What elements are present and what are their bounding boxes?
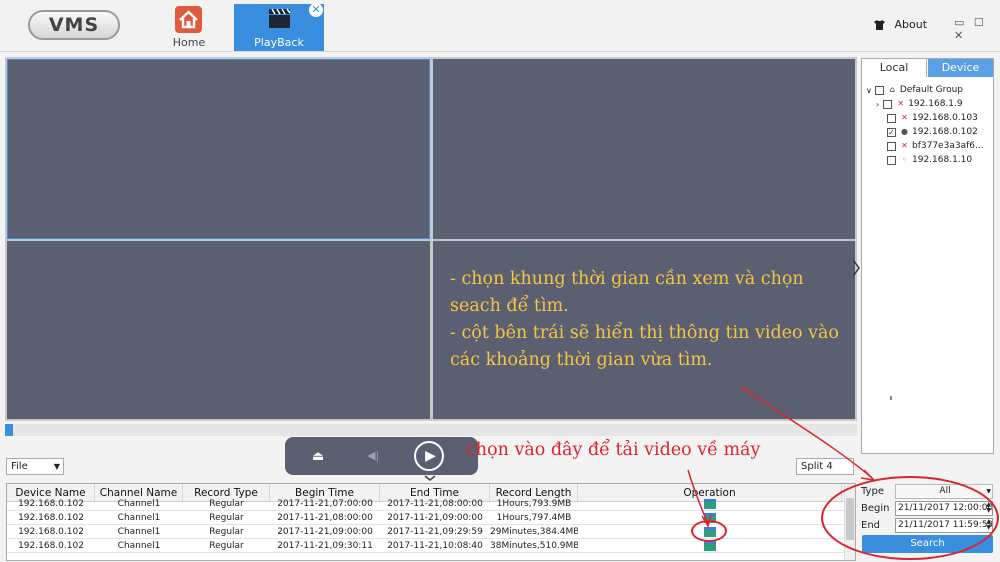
download-icon[interactable] bbox=[704, 498, 716, 509]
tab-local[interactable]: Local bbox=[862, 59, 927, 77]
cell-record-length: 29Minutes,384.4MB bbox=[490, 527, 578, 537]
tree-device[interactable]: › ✕ 192.168.1.9 bbox=[876, 97, 963, 111]
cell-operation bbox=[578, 497, 842, 510]
group-checkbox[interactable] bbox=[874, 85, 884, 95]
cell-record-type: Regular bbox=[209, 541, 244, 551]
cell-device-name: 192.168.0.102 bbox=[18, 513, 84, 523]
cell-begin-time: 2017-11-21,09:00:00 bbox=[277, 527, 373, 537]
download-annotation: chọn vào đây để tải video về máy bbox=[466, 440, 761, 460]
playback-controls: ⏏ ◀| ▶ bbox=[285, 437, 478, 475]
device-camera-icon: ◦ bbox=[902, 155, 907, 164]
cell-record-length: 1Hours,793.9MB bbox=[496, 499, 572, 509]
device-camera-icon: ● bbox=[901, 127, 908, 136]
device-checkbox[interactable] bbox=[887, 155, 896, 165]
expand-arrow-icon[interactable]: › bbox=[876, 100, 879, 109]
cell-record-length: 1Hours,797.4MB bbox=[496, 513, 572, 523]
device-label: 192.168.1.10 bbox=[912, 155, 973, 165]
cell-end-time: 2017-11-21,08:00:00 bbox=[387, 499, 483, 509]
device-offline-icon: ✕ bbox=[901, 141, 908, 150]
split-select-value: Split 4 bbox=[801, 461, 833, 472]
panel-marker bbox=[890, 396, 892, 400]
eject-icon[interactable]: ⏏ bbox=[312, 449, 324, 464]
cell-channel-name: Channel1 bbox=[117, 499, 161, 509]
video-cell-2[interactable] bbox=[433, 59, 855, 239]
download-icon[interactable] bbox=[704, 540, 716, 551]
device-offline-icon: ✕ bbox=[901, 113, 908, 122]
tree-device[interactable]: ✕ 192.168.0.103 bbox=[887, 111, 978, 125]
tab-device[interactable]: Device bbox=[928, 59, 993, 77]
timeline-bar[interactable] bbox=[5, 424, 857, 436]
device-checkbox[interactable] bbox=[887, 113, 896, 123]
cell-record-type: Regular bbox=[209, 513, 244, 523]
device-label: 192.168.1.9 bbox=[908, 99, 963, 109]
cell-begin-time: 2017-11-21,09:30:11 bbox=[277, 541, 373, 551]
group-label: Default Group bbox=[899, 85, 964, 95]
cell-channel-name: Channel1 bbox=[117, 527, 161, 537]
file-select[interactable]: File ▼ bbox=[6, 458, 64, 475]
close-tab-button[interactable]: ✕ bbox=[309, 3, 323, 17]
table-row[interactable]: 192.168.0.102 Channel1 Regular 2017-11-2… bbox=[7, 497, 847, 511]
cell-device-name: 192.168.0.102 bbox=[18, 527, 84, 537]
device-checkbox[interactable] bbox=[883, 99, 893, 109]
cell-channel-name: Channel1 bbox=[117, 541, 161, 551]
video-cell-1[interactable] bbox=[7, 59, 430, 239]
device-checkbox[interactable] bbox=[887, 141, 896, 151]
cell-channel-name: Channel1 bbox=[117, 513, 161, 523]
tab-playback-label: PlayBack bbox=[254, 36, 304, 49]
home-icon bbox=[175, 6, 202, 33]
device-panel: Local Device ∨ ⌂ Default Group › ✕ 192.168.1… bbox=[861, 58, 994, 454]
record-table: Device Name Channel Name Record Type Beg… bbox=[6, 483, 856, 561]
highlight-oval-search bbox=[821, 476, 999, 560]
timeline-cursor[interactable] bbox=[5, 424, 13, 436]
tree-device[interactable]: ◦ 192.168.1.10 bbox=[887, 153, 972, 167]
chevron-down-icon: ▼ bbox=[53, 462, 60, 471]
instruction-line-2: - cột bên trái sẽ hiển thị thông tin vid… bbox=[450, 323, 839, 370]
instruction-annotation: - chọn khung thời gian cần xem và chọn s… bbox=[450, 266, 850, 374]
file-select-value: File bbox=[11, 461, 28, 472]
shirt-icon bbox=[874, 18, 889, 31]
top-bar: VMS Home PlayBack ✕ About ▭ ☐ ✕ bbox=[0, 0, 1000, 52]
app-logo: VMS bbox=[28, 10, 120, 40]
cell-device-name: 192.168.0.102 bbox=[18, 541, 84, 551]
collapse-panel-icon[interactable] bbox=[853, 260, 861, 280]
window-controls[interactable]: ▭ ☐ ✕ bbox=[954, 16, 1000, 42]
panel-tabs: Local Device bbox=[862, 59, 993, 77]
previous-frame-icon[interactable]: ◀| bbox=[367, 449, 379, 462]
tree-device[interactable]: ✓ ● 192.168.0.102 bbox=[887, 125, 978, 139]
about-button[interactable]: About bbox=[874, 18, 927, 31]
expand-arrow-icon[interactable]: ∨ bbox=[866, 86, 872, 95]
device-label: bf377e3a3af6... bbox=[912, 141, 984, 151]
cell-end-time: 2017-11-21,09:29:59 bbox=[387, 527, 483, 537]
highlight-oval-download bbox=[691, 520, 727, 542]
tree-device[interactable]: ✕ bf377e3a3af6... bbox=[887, 139, 984, 153]
arrow-to-search-head bbox=[860, 469, 877, 482]
tab-home-label: Home bbox=[172, 36, 206, 49]
device-label: 192.168.0.103 bbox=[912, 113, 978, 123]
cell-record-type: Regular bbox=[209, 527, 244, 537]
tab-home[interactable]: Home bbox=[144, 4, 234, 51]
instruction-line-1: - chọn khung thời gian cần xem và chọn s… bbox=[450, 269, 804, 316]
chevron-down-icon: ▼ bbox=[986, 488, 991, 495]
clapperboard-icon bbox=[266, 6, 293, 30]
cell-record-length: 38Minutes,510.9MB bbox=[490, 541, 578, 551]
video-cell-3[interactable] bbox=[7, 241, 430, 419]
device-checkbox-checked[interactable]: ✓ bbox=[887, 127, 896, 137]
cell-begin-time: 2017-11-21,08:00:00 bbox=[277, 513, 373, 523]
cell-end-time: 2017-11-21,09:00:00 bbox=[387, 513, 483, 523]
tree-group-default[interactable]: ∨ ⌂ Default Group bbox=[866, 83, 963, 97]
device-offline-icon: ✕ bbox=[897, 99, 905, 108]
table-row[interactable]: 192.168.0.102 Channel1 Regular 2017-11-2… bbox=[7, 539, 847, 553]
group-icon: ⌂ bbox=[889, 85, 895, 94]
split-select[interactable]: Split 4 bbox=[796, 458, 854, 475]
play-button[interactable]: ▶ bbox=[414, 441, 444, 471]
about-label: About bbox=[894, 18, 928, 31]
cell-begin-time: 2017-11-21,07:00:00 bbox=[277, 499, 373, 509]
cell-device-name: 192.168.0.102 bbox=[18, 499, 84, 509]
device-label: 192.168.0.102 bbox=[912, 127, 978, 137]
cell-end-time: 2017-11-21,10:08:40 bbox=[387, 541, 483, 551]
cell-record-type: Regular bbox=[209, 499, 244, 509]
